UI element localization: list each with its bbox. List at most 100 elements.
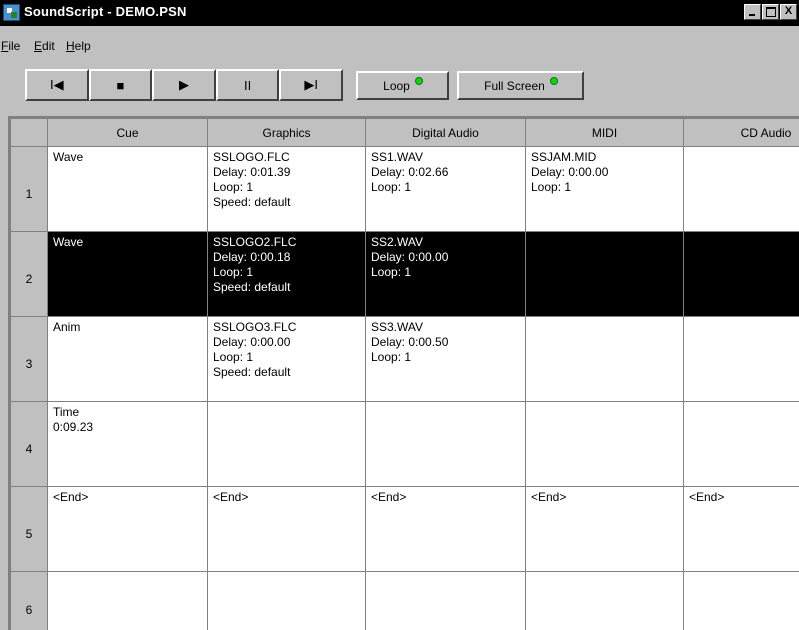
cell-cd-audio[interactable]: <End> xyxy=(684,487,799,572)
cell-line: <End> xyxy=(53,490,202,505)
table-row[interactable]: 6 xyxy=(11,572,799,630)
cell-digital-audio[interactable]: SS1.WAVDelay: 0:02.66Loop: 1 xyxy=(366,147,526,232)
menu-edit[interactable]: Edit xyxy=(34,39,55,53)
row-header[interactable]: 5 xyxy=(11,487,48,572)
column-header-graphics[interactable]: Graphics xyxy=(208,119,366,147)
cell-digital-audio[interactable] xyxy=(366,572,526,630)
cell-cd-audio[interactable] xyxy=(684,572,799,630)
cell-midi[interactable] xyxy=(526,402,684,487)
cell-line: Loop: 1 xyxy=(371,180,520,195)
cell-line: Loop: 1 xyxy=(371,265,520,280)
cell-line: Loop: 1 xyxy=(213,265,360,280)
cell-line: Delay: 0:00.00 xyxy=(213,335,360,350)
cell-graphics[interactable]: SSLOGO3.FLCDelay: 0:00.00Loop: 1Speed: d… xyxy=(208,317,366,402)
cell-line: Delay: 0:00.18 xyxy=(213,250,360,265)
corner-header[interactable] xyxy=(11,119,48,147)
maximize-button[interactable] xyxy=(762,4,779,20)
table-row[interactable]: 4Time0:09.23 xyxy=(11,402,799,487)
table-row[interactable]: 2 Wave SSLOGO2.FLCDelay: 0:00.18Loop: 1Spe… xyxy=(11,232,799,317)
row-header[interactable]: 3 xyxy=(11,317,48,402)
cell-line: <End> xyxy=(371,490,520,505)
cell-midi[interactable] xyxy=(526,317,684,402)
cell-line: SSLOGO3.FLC xyxy=(213,320,360,335)
cell-line: Wave xyxy=(53,150,202,165)
cell-midi[interactable] xyxy=(526,572,684,630)
row-header[interactable]: 6 xyxy=(11,572,48,630)
cell-cue[interactable]: Anim xyxy=(48,317,208,402)
table-row[interactable]: 5 <End> <End> <End> <End> <End> xyxy=(11,487,799,572)
menu-file[interactable]: File xyxy=(1,39,20,53)
cell-cd-audio[interactable] xyxy=(684,232,799,317)
cell-line: Speed: default xyxy=(213,195,360,210)
loop-button[interactable]: Loop xyxy=(356,71,449,100)
cell-graphics[interactable]: SSLOGO2.FLCDelay: 0:00.18Loop: 1Speed: d… xyxy=(208,232,366,317)
cell-cue[interactable] xyxy=(48,572,208,630)
cell-digital-audio[interactable]: <End> xyxy=(366,487,526,572)
skip-to-end-button[interactable]: ▶I xyxy=(279,69,343,101)
cell-digital-audio[interactable]: SS2.WAVDelay: 0:00.00Loop: 1 xyxy=(366,232,526,317)
cell-graphics[interactable] xyxy=(208,402,366,487)
cell-line: SS2.WAV xyxy=(371,235,520,250)
window-title: SoundScript - DEMO.PSN xyxy=(24,4,187,19)
column-header-midi[interactable]: MIDI xyxy=(526,119,684,147)
table-row[interactable]: 3AnimSSLOGO3.FLCDelay: 0:00.00Loop: 1Spe… xyxy=(11,317,799,402)
column-header-cue[interactable]: Cue xyxy=(48,119,208,147)
cell-line: Speed: default xyxy=(213,280,360,295)
row-header[interactable]: 2 xyxy=(11,232,48,317)
cell-cue[interactable]: Time0:09.23 xyxy=(48,402,208,487)
cue-grid: Cue Graphics Digital Audio MIDI CD Audio… xyxy=(8,116,799,630)
skip-to-start-button[interactable]: I◀ xyxy=(25,69,89,101)
cell-line: SSJAM.MID xyxy=(531,150,678,165)
cell-digital-audio[interactable] xyxy=(366,402,526,487)
cell-midi[interactable]: SSJAM.MIDDelay: 0:00.00Loop: 1 xyxy=(526,147,684,232)
pause-icon: II xyxy=(244,78,251,93)
cell-graphics[interactable]: <End> xyxy=(208,487,366,572)
pause-button[interactable]: II xyxy=(216,69,280,101)
cell-line: <End> xyxy=(689,490,799,505)
cell-line: Speed: default xyxy=(213,365,360,380)
cell-cue[interactable]: <End> xyxy=(48,487,208,572)
cell-digital-audio[interactable]: SS3.WAVDelay: 0:00.50Loop: 1 xyxy=(366,317,526,402)
cell-graphics[interactable]: SSLOGO.FLCDelay: 0:01.39Loop: 1Speed: de… xyxy=(208,147,366,232)
stop-button[interactable]: ■ xyxy=(89,69,153,101)
cell-cd-audio[interactable] xyxy=(684,317,799,402)
cell-line: Delay: 0:00.00 xyxy=(531,165,678,180)
cell-line: SS3.WAV xyxy=(371,320,520,335)
cell-cd-audio[interactable] xyxy=(684,402,799,487)
cell-line: Time xyxy=(53,405,202,420)
cell-graphics[interactable] xyxy=(208,572,366,630)
window-controls: X xyxy=(743,4,797,22)
column-header-row: Cue Graphics Digital Audio MIDI CD Audio xyxy=(11,119,799,147)
skip-to-end-icon: ▶I xyxy=(304,77,318,93)
play-button[interactable]: ▶ xyxy=(152,69,216,101)
title-bar[interactable]: SoundScript - DEMO.PSN X xyxy=(0,0,799,26)
close-button[interactable]: X xyxy=(780,4,797,20)
transport-controls: I◀ ■ ▶ II ▶I xyxy=(25,69,343,101)
cell-cue[interactable]: Wave xyxy=(48,147,208,232)
row-header[interactable]: 1 xyxy=(11,147,48,232)
full-screen-button[interactable]: Full Screen xyxy=(457,71,584,100)
cell-cd-audio[interactable] xyxy=(684,147,799,232)
app-window: SoundScript - DEMO.PSN X File Edit Help … xyxy=(0,0,799,628)
minimize-icon xyxy=(749,14,755,16)
cell-midi[interactable]: <End> xyxy=(526,487,684,572)
cell-line: Delay: 0:01.39 xyxy=(213,165,360,180)
cell-line: Wave xyxy=(53,235,202,250)
cell-line: Loop: 1 xyxy=(213,350,360,365)
cell-cue[interactable]: Wave xyxy=(48,232,208,317)
table-row[interactable]: 1WaveSSLOGO.FLCDelay: 0:01.39Loop: 1Spee… xyxy=(11,147,799,232)
column-header-digital-audio[interactable]: Digital Audio xyxy=(366,119,526,147)
cell-line: Loop: 1 xyxy=(531,180,678,195)
cell-midi[interactable] xyxy=(526,232,684,317)
minimize-button[interactable] xyxy=(744,4,761,20)
cell-line: SSLOGO.FLC xyxy=(213,150,360,165)
menu-bar: File Edit Help xyxy=(0,34,799,58)
row-header[interactable]: 4 xyxy=(11,402,48,487)
menu-help[interactable]: Help xyxy=(66,39,91,53)
cell-line: Delay: 0:00.50 xyxy=(371,335,520,350)
app-icon[interactable] xyxy=(3,4,20,21)
column-header-cd-audio[interactable]: CD Audio xyxy=(684,119,799,147)
loop-indicator-icon xyxy=(416,78,422,84)
maximize-icon xyxy=(766,7,776,17)
cell-line: 0:09.23 xyxy=(53,420,202,435)
